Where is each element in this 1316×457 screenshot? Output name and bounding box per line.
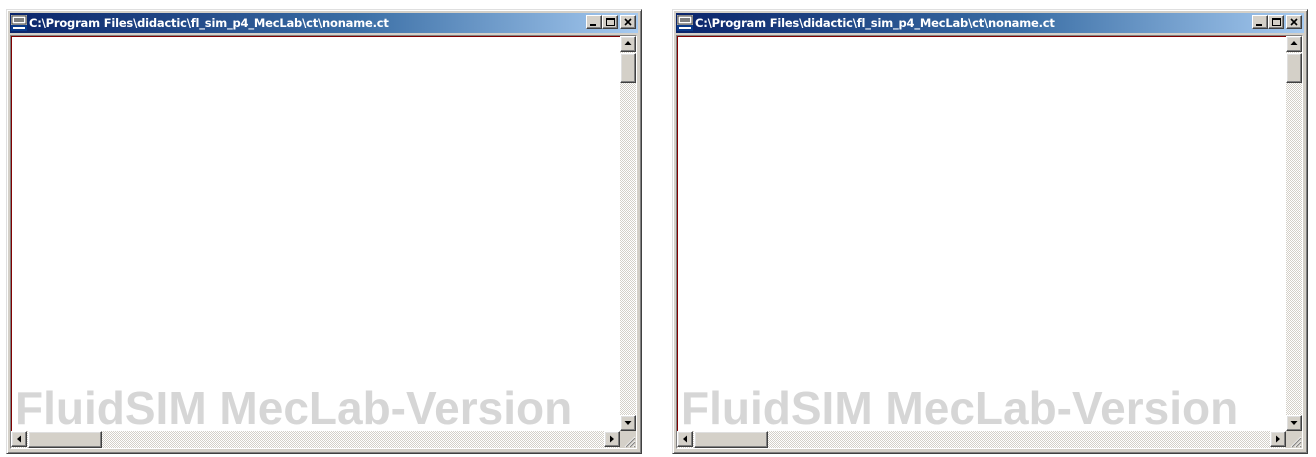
- circuit-window-right[interactable]: C:\Program Files\didactic\fl_sim_p4_MecL…: [672, 9, 1308, 454]
- vertical-scroll-thumb[interactable]: [620, 53, 636, 83]
- scroll-left-button[interactable]: [11, 431, 27, 447]
- scroll-down-button[interactable]: [620, 415, 636, 431]
- minimize-icon: [1256, 24, 1262, 26]
- close-icon: [624, 18, 632, 26]
- arrow-down-icon: [1290, 421, 1298, 425]
- close-button[interactable]: [1286, 15, 1302, 29]
- horizontal-scrollbar[interactable]: [677, 431, 1286, 448]
- minimize-icon: [590, 24, 596, 26]
- maximize-icon: [1272, 18, 1281, 26]
- horizontal-scrollbar[interactable]: [11, 431, 620, 448]
- close-button[interactable]: [620, 15, 636, 29]
- maximize-icon: [606, 18, 615, 26]
- festo-app-icon[interactable]: [677, 15, 693, 31]
- title-bar[interactable]: C:\Program Files\didactic\fl_sim_p4_MecL…: [676, 13, 1304, 33]
- minimize-button[interactable]: [1252, 15, 1268, 29]
- festo-app-icon[interactable]: [11, 15, 27, 31]
- scroll-left-button[interactable]: [677, 431, 693, 447]
- circuit-canvas[interactable]: FluidSIM MecLab-Version: [677, 36, 1286, 431]
- title-bar[interactable]: C:\Program Files\didactic\fl_sim_p4_MecL…: [10, 13, 638, 33]
- arrow-right-icon: [610, 435, 614, 443]
- size-grip[interactable]: [620, 431, 636, 448]
- scroll-up-button[interactable]: [1286, 36, 1302, 52]
- arrow-down-icon: [624, 421, 632, 425]
- window-title: C:\Program Files\didactic\fl_sim_p4_MecL…: [29, 16, 389, 30]
- maximize-button[interactable]: [602, 15, 618, 29]
- horizontal-scroll-thumb[interactable]: [28, 431, 102, 448]
- watermark-text: FluidSIM MecLab-Version: [15, 382, 573, 431]
- window-title: C:\Program Files\didactic\fl_sim_p4_MecL…: [695, 16, 1055, 30]
- vertical-scrollbar[interactable]: [620, 36, 636, 431]
- scroll-right-button[interactable]: [604, 431, 620, 447]
- scroll-up-button[interactable]: [620, 36, 636, 52]
- arrow-up-icon: [1290, 41, 1298, 45]
- circuit-canvas[interactable]: FluidSIM MecLab-Version: [11, 36, 620, 431]
- size-grip-icon: [624, 436, 636, 448]
- maximize-button[interactable]: [1268, 15, 1284, 29]
- client-area: FluidSIM MecLab-Version: [676, 35, 1303, 449]
- client-area: FluidSIM MecLab-Version: [10, 35, 637, 449]
- size-grip-icon: [1290, 436, 1302, 448]
- scroll-right-button[interactable]: [1270, 431, 1286, 447]
- caption-buttons: [1252, 15, 1302, 29]
- size-grip[interactable]: [1286, 431, 1302, 448]
- scroll-down-button[interactable]: [1286, 415, 1302, 431]
- arrow-left-icon: [683, 435, 687, 443]
- arrow-right-icon: [1276, 435, 1280, 443]
- arrow-up-icon: [624, 41, 632, 45]
- arrow-left-icon: [17, 435, 21, 443]
- horizontal-scroll-thumb[interactable]: [694, 431, 768, 448]
- close-icon: [1290, 18, 1298, 26]
- watermark-text: FluidSIM MecLab-Version: [681, 382, 1239, 431]
- vertical-scroll-thumb[interactable]: [1286, 53, 1302, 83]
- minimize-button[interactable]: [586, 15, 602, 29]
- circuit-window-left[interactable]: C:\Program Files\didactic\fl_sim_p4_MecL…: [6, 9, 642, 454]
- caption-buttons: [586, 15, 636, 29]
- vertical-scrollbar[interactable]: [1286, 36, 1302, 431]
